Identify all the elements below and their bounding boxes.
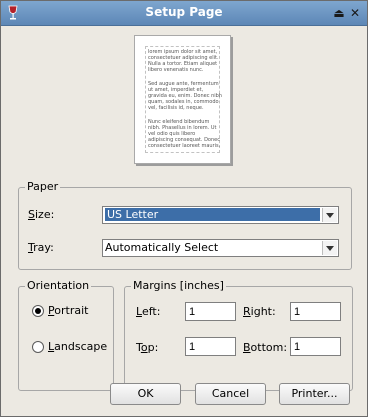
orientation-group: Orientation Portrait Landscape xyxy=(18,279,114,391)
left-margin-input[interactable] xyxy=(185,302,236,321)
size-select-value: US Letter xyxy=(105,208,320,221)
bottom-margin-input[interactable] xyxy=(290,337,341,356)
orientation-legend: Orientation xyxy=(25,279,92,292)
preview-paragraph: Sed augue ante, fermentum ut amet, imper… xyxy=(148,81,222,111)
paper-group: Paper Size: US Letter Tray: Automaticall… xyxy=(18,180,352,270)
dialog-content: lorem ipsum dolor sit amet, consectetuer… xyxy=(1,26,367,416)
landscape-radio[interactable] xyxy=(32,341,44,353)
top-margin-label: Top: xyxy=(136,341,159,354)
preview-paragraph: lorem ipsum dolor sit amet, consectetuer… xyxy=(148,49,219,73)
right-margin-label: Right: xyxy=(243,305,276,318)
setup-page-dialog: Setup Page ⏏ ✕ lorem ipsum dolor sit ame… xyxy=(0,0,368,417)
landscape-label[interactable]: Landscape xyxy=(48,340,107,353)
chevron-down-icon[interactable] xyxy=(322,241,337,255)
page-preview: lorem ipsum dolor sit amet, consectetuer… xyxy=(134,35,231,164)
close-window-button[interactable]: ✕ xyxy=(347,5,363,21)
printer-button[interactable]: Printer... xyxy=(279,383,350,405)
margins-group: Margins [inches] Left: Right: Top: Botto… xyxy=(124,279,353,391)
paper-legend: Paper xyxy=(25,180,61,193)
size-select[interactable]: US Letter xyxy=(102,206,339,224)
chevron-down-icon[interactable] xyxy=(322,208,337,222)
right-margin-input[interactable] xyxy=(290,302,341,321)
window-title: Setup Page xyxy=(145,5,223,19)
preview-paragraph: Nunc eleifend bibendum nibh. Phasellus i… xyxy=(148,119,221,149)
bottom-margin-label: Bottom: xyxy=(243,341,288,354)
portrait-label[interactable]: Portrait xyxy=(48,304,88,317)
tray-select-value: Automatically Select xyxy=(105,241,219,254)
size-label: Size: xyxy=(28,208,55,221)
left-margin-label: Left: xyxy=(136,305,161,318)
ok-button[interactable]: OK xyxy=(110,383,181,405)
portrait-radio[interactable] xyxy=(32,305,44,317)
shade-window-button[interactable]: ⏏ xyxy=(331,5,347,21)
title-bar[interactable]: Setup Page ⏏ ✕ xyxy=(1,1,367,26)
tray-label: Tray: xyxy=(28,241,54,254)
top-margin-input[interactable] xyxy=(185,337,236,356)
margins-legend: Margins [inches] xyxy=(131,279,226,292)
cancel-button[interactable]: Cancel xyxy=(195,383,266,405)
tray-select[interactable]: Automatically Select xyxy=(102,239,339,257)
